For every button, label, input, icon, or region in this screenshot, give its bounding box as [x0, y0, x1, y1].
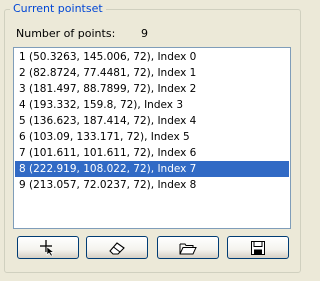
- point-list-item[interactable]: 2 (82.8724, 77.4481, 72), Index 1: [15, 65, 289, 81]
- point-list-item[interactable]: 4 (193.332, 159.8, 72), Index 3: [15, 97, 289, 113]
- point-list[interactable]: 1 (50.3263, 145.006, 72), Index 02 (82.8…: [13, 47, 291, 229]
- point-list-item[interactable]: 6 (103.09, 133.171, 72), Index 5: [15, 129, 289, 145]
- open-button[interactable]: [157, 236, 219, 259]
- open-folder-icon: [179, 241, 197, 255]
- add-point-button[interactable]: [17, 236, 79, 259]
- add-point-icon: [39, 239, 57, 257]
- erase-button[interactable]: [86, 236, 148, 259]
- group-title: Current pointset: [10, 2, 106, 16]
- point-list-item[interactable]: 7 (101.611, 101.611, 72), Index 6: [15, 145, 289, 161]
- eraser-icon: [108, 241, 126, 255]
- save-disk-icon: [250, 240, 266, 256]
- point-count-label: Number of points:: [16, 27, 116, 40]
- save-button[interactable]: [227, 236, 289, 259]
- point-list-item[interactable]: 5 (136.623, 187.414, 72), Index 4: [15, 113, 289, 129]
- point-list-item[interactable]: 3 (181.497, 88.7899, 72), Index 2: [15, 81, 289, 97]
- point-list-item[interactable]: 8 (222.919, 108.022, 72), Index 7: [15, 161, 289, 177]
- point-count-value: 9: [141, 27, 148, 40]
- point-list-item[interactable]: 1 (50.3263, 145.006, 72), Index 0: [15, 49, 289, 65]
- point-list-item[interactable]: 9 (213.057, 72.0237, 72), Index 8: [15, 177, 289, 193]
